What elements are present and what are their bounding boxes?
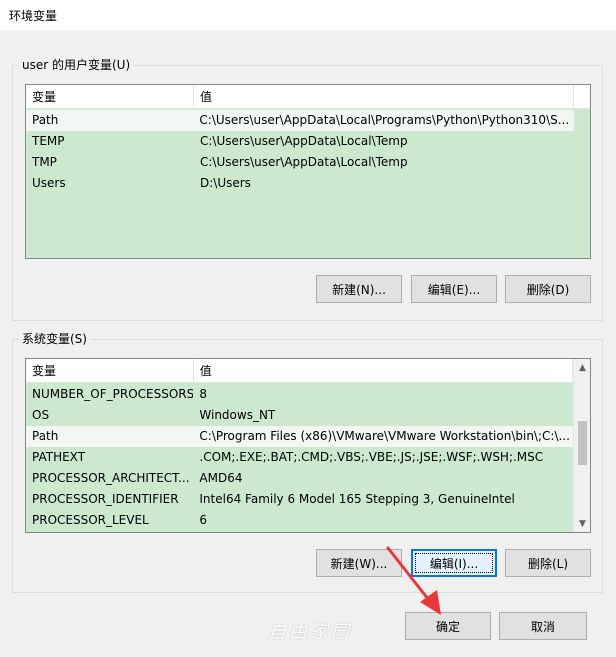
user-edit-button[interactable]: 编辑(E)... — [411, 275, 497, 303]
system-vars-list[interactable]: 变量 值 NUMBER_OF_PROCESSORS 8 OS Windows_N… — [25, 358, 591, 533]
var-name: NUMBER_OF_PROCESSORS — [32, 387, 194, 401]
var-value: C:\Users\user\AppData\Local\Programs\Pyt… — [199, 113, 570, 127]
var-value: AMD64 — [199, 471, 243, 485]
var-name: Path — [32, 113, 59, 127]
user-new-button[interactable]: 新建(N)... — [316, 275, 402, 303]
var-value: C:\Program Files (x86)\VMware\VMware Wor… — [199, 429, 570, 443]
user-delete-button[interactable]: 删除(D) — [505, 275, 591, 303]
var-name: OS — [32, 408, 50, 422]
table-row[interactable]: Users D:\Users — [26, 173, 576, 194]
var-name: PROCESSOR_ARCHITECT... — [32, 471, 190, 485]
user-vars-group-label: user 的用户变量(U) — [19, 57, 134, 73]
table-row[interactable]: PATHEXT .COM;.EXE;.BAT;.CMD;.VBS;.VBE;.J… — [26, 447, 574, 468]
table-row[interactable]: OS Windows_NT — [26, 405, 574, 426]
title-bar: 环境变量 — [0, 0, 616, 30]
var-name: TEMP — [32, 134, 65, 148]
system-new-button[interactable]: 新建(W)... — [316, 549, 402, 577]
table-row[interactable]: PROCESSOR_IDENTIFIER Intel64 Family 6 Mo… — [26, 489, 574, 510]
user-col-value[interactable]: 值 — [194, 85, 574, 109]
var-name: PATHEXT — [32, 450, 86, 464]
table-row[interactable]: TMP C:\Users\user\AppData\Local\Temp — [26, 152, 576, 173]
var-value: 8 — [199, 387, 208, 401]
table-row[interactable]: PROCESSOR_ARCHITECT... AMD64 — [26, 468, 574, 489]
user-vars-list[interactable]: 变量 值 Path C:\Users\user\AppData\Local\Pr… — [25, 84, 591, 259]
system-col-value[interactable]: 值 — [194, 359, 573, 383]
table-row[interactable]: NUMBER_OF_PROCESSORS 8 — [26, 384, 574, 405]
var-value: Windows_NT — [199, 408, 276, 422]
var-value: 6 — [199, 513, 208, 527]
table-row[interactable]: PROCESSOR_LEVEL 6 — [26, 510, 574, 531]
scroll-up-icon[interactable]: ▲ — [574, 359, 590, 376]
cancel-button[interactable]: 取消 — [499, 612, 587, 640]
system-edit-button[interactable]: 编辑(I)... — [411, 549, 497, 577]
var-name: PROCESSOR_LEVEL — [32, 513, 149, 527]
window-title: 环境变量 — [9, 9, 58, 23]
watermark: 自由家园 — [268, 622, 352, 643]
system-vars-scrollbar[interactable]: ▲ ▼ — [573, 359, 590, 532]
table-row[interactable]: Path C:\Users\user\AppData\Local\Program… — [26, 110, 574, 131]
var-value: .COM;.EXE;.BAT;.CMD;.VBS;.VBE;.JS;.JSE;.… — [199, 450, 544, 464]
scroll-thumb[interactable] — [578, 421, 587, 465]
system-vars-header: 变量 值 — [26, 359, 573, 383]
table-row[interactable]: Path C:\Program Files (x86)\VMware\VMwar… — [26, 426, 574, 447]
table-row[interactable]: TEMP C:\Users\user\AppData\Local\Temp — [26, 131, 576, 152]
var-name: PROCESSOR_IDENTIFIER — [32, 492, 179, 506]
system-vars-group-label: 系统变量(S) — [19, 331, 90, 347]
var-name: Users — [32, 176, 66, 190]
var-name: TMP — [32, 155, 57, 169]
scroll-down-icon[interactable]: ▼ — [574, 515, 590, 532]
user-vars-header: 变量 值 — [26, 85, 590, 109]
var-value: C:\Users\user\AppData\Local\Temp — [200, 155, 408, 169]
ok-button[interactable]: 确定 — [405, 612, 491, 640]
var-value: C:\Users\user\AppData\Local\Temp — [200, 134, 408, 148]
user-col-variable[interactable]: 变量 — [26, 85, 194, 109]
var-value: D:\Users — [200, 176, 251, 190]
system-delete-button[interactable]: 删除(L) — [505, 549, 591, 577]
var-name: Path — [32, 429, 59, 443]
var-value: Intel64 Family 6 Model 165 Stepping 3, G… — [199, 492, 515, 506]
system-col-variable[interactable]: 变量 — [26, 359, 194, 383]
